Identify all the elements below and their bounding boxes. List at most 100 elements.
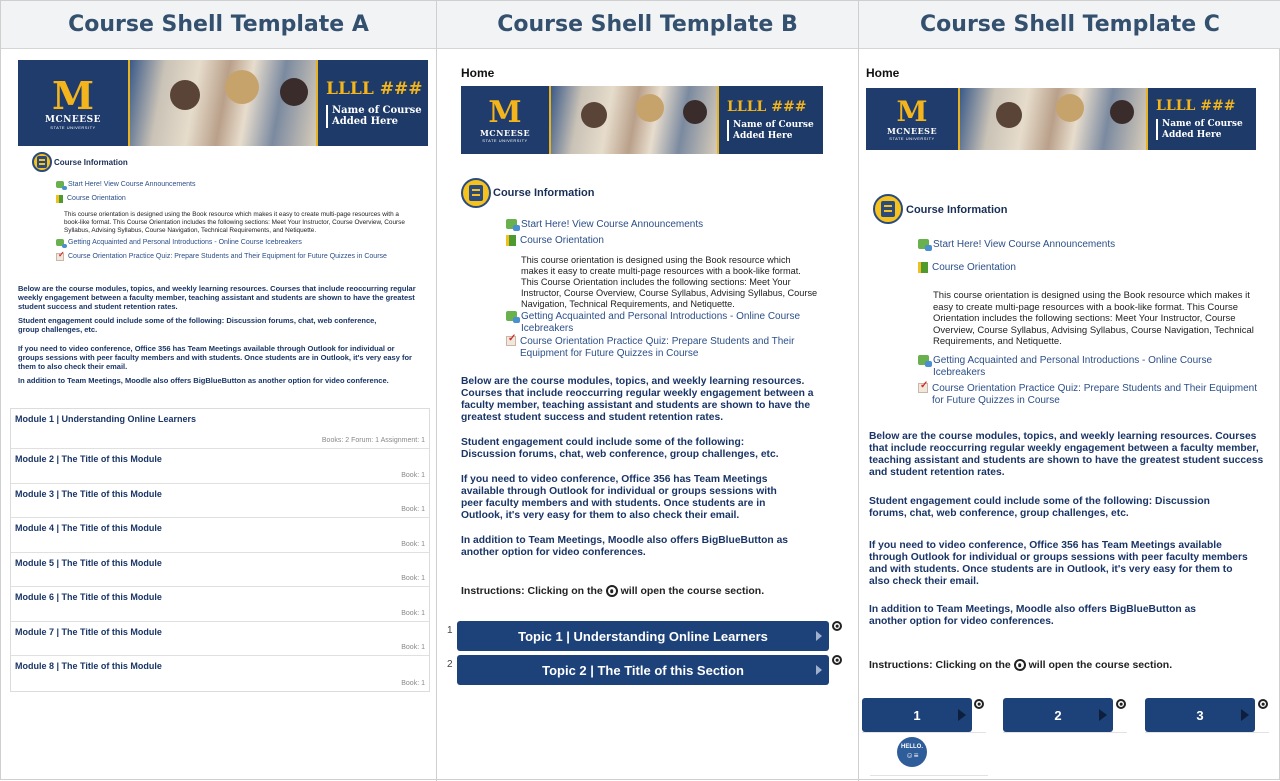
course-banner-b: M MCNEESE STATE UNIVERSITY LLLL ### Name…	[461, 86, 823, 154]
orientation-description: This course orientation is designed usin…	[521, 255, 818, 310]
course-info-title: Course Information	[54, 158, 128, 167]
mcneese-logo: M MCNEESE STATE UNIVERSITY	[866, 88, 958, 150]
course-banner-a: M MCNEESE STATE UNIVERSITY LLLL ### Name…	[18, 60, 428, 146]
open-section-radio[interactable]	[1258, 699, 1268, 709]
section-tile-1[interactable]: 1	[862, 698, 972, 732]
radio-icon	[1013, 659, 1026, 672]
expand-arrow-icon	[1099, 709, 1107, 721]
quiz-icon	[506, 333, 516, 346]
open-section-radio[interactable]	[832, 621, 842, 631]
announcements-link[interactable]: Start Here! View Course Announcements	[56, 181, 196, 190]
intro-paragraph-3: If you need to video conference, Office …	[18, 344, 412, 371]
course-code: LLLL ###	[727, 99, 807, 116]
template-c-title: Course Shell Template C	[859, 1, 1280, 49]
tile-divider	[1003, 732, 1127, 733]
tile-divider	[862, 732, 986, 733]
intro-paragraph-4: In addition to Team Meetings, Moodle als…	[869, 604, 1197, 628]
icebreakers-link[interactable]: Getting Acquainted and Personal Introduc…	[918, 355, 1258, 379]
radio-icon	[605, 585, 618, 598]
icebreakers-link[interactable]: Getting Acquainted and Personal Introduc…	[56, 239, 302, 248]
module-row[interactable]: Module 2 | The Title of this Module Book:…	[11, 449, 429, 484]
orientation-link[interactable]: Course Orientation	[56, 195, 126, 203]
home-heading-c: Home	[866, 66, 900, 80]
book-icon	[918, 262, 928, 273]
open-section-radio[interactable]	[974, 699, 984, 709]
course-code: LLLL ###	[1156, 98, 1236, 115]
expand-arrow-icon	[958, 709, 966, 721]
instructions-text: Instructions: Clicking on the will open …	[461, 585, 765, 598]
module-row[interactable]: Module 1 | Understanding Online Learners…	[11, 409, 429, 449]
intro-paragraph-4: In addition to Team Meetings, Moodle als…	[18, 376, 389, 385]
practice-quiz-link[interactable]: Course Orientation Practice Quiz: Prepar…	[56, 250, 387, 261]
intro-paragraph-1: Below are the course modules, topics, an…	[461, 376, 814, 424]
course-info-title: Course Information	[493, 187, 595, 199]
book-icon	[56, 195, 63, 203]
template-b-title: Course Shell Template B	[437, 1, 858, 49]
announcements-link[interactable]: Start Here! View Course Announcements	[918, 239, 1115, 251]
open-section-radio[interactable]	[832, 655, 842, 665]
instructions-text: Instructions: Clicking on the will open …	[869, 659, 1173, 672]
module-list: Module 1 | Understanding Online Learners…	[10, 408, 430, 692]
module-row[interactable]: Module 6 | The Title of this Module Book:…	[11, 587, 429, 622]
topic-row: 1 Topic 1 | Understanding Online Learner…	[440, 621, 858, 653]
topic-row: 2 Topic 2 | The Title of this Section	[440, 655, 858, 687]
expand-arrow-icon	[816, 631, 822, 641]
expand-arrow-icon	[816, 665, 822, 675]
course-code: LLLL ###	[326, 78, 423, 99]
course-name: Name of Course Added Here	[326, 104, 428, 128]
quiz-icon	[56, 250, 65, 261]
intro-paragraph-1: Below are the course modules, topics, an…	[869, 431, 1264, 479]
course-info-icon	[461, 178, 491, 208]
module-row[interactable]: Module 4 | The Title of this Module Book:…	[11, 518, 429, 553]
intro-paragraph-2: Student engagement could include some of…	[18, 316, 377, 334]
practice-quiz-link[interactable]: Course Orientation Practice Quiz: Prepar…	[506, 333, 836, 360]
intro-paragraph-2: Student engagement could include some of…	[461, 437, 779, 461]
chat-icon: ☺≡	[905, 751, 919, 760]
course-banner-c: M MCNEESE STATE UNIVERSITY LLLL ### Name…	[866, 88, 1256, 150]
banner-photo	[549, 86, 719, 154]
practice-quiz-link[interactable]: Course Orientation Practice Quiz: Prepar…	[918, 380, 1263, 407]
module-row[interactable]: Module 8 | The Title of this Module Book:…	[11, 656, 429, 691]
forum-icon	[56, 239, 67, 248]
course-info-icon	[32, 152, 52, 172]
banner-photo	[128, 60, 318, 146]
divider	[870, 775, 988, 776]
template-a-title: Course Shell Template A	[1, 1, 436, 49]
icebreakers-link[interactable]: Getting Acquainted and Personal Introduc…	[506, 311, 836, 335]
course-name: Name of Course Added Here	[727, 120, 823, 141]
module-row[interactable]: Module 5 | The Title of this Module Book:…	[11, 553, 429, 587]
course-name: Name of Course Added Here	[1156, 119, 1256, 140]
section-tile-2[interactable]: 2	[1003, 698, 1113, 732]
orientation-description: This course orientation is designed usin…	[64, 211, 405, 234]
course-info-icon	[873, 194, 903, 224]
open-section-radio[interactable]	[1116, 699, 1126, 709]
mcneese-logo: M MCNEESE STATE UNIVERSITY	[18, 60, 128, 146]
forum-icon	[918, 355, 932, 367]
hello-badge[interactable]: HELLO. ☺≡	[897, 737, 927, 767]
quiz-icon	[918, 380, 928, 393]
home-heading-b: Home	[461, 66, 495, 80]
orientation-description: This course orientation is designed usin…	[933, 290, 1254, 348]
intro-paragraph-1: Below are the course modules, topics, an…	[18, 284, 416, 311]
expand-arrow-icon	[1241, 709, 1249, 721]
announcement-icon	[56, 181, 67, 190]
announcements-link[interactable]: Start Here! View Course Announcements	[506, 219, 703, 231]
topic-button[interactable]: Topic 1 | Understanding Online Learners	[457, 621, 829, 651]
orientation-link[interactable]: Course Orientation	[506, 235, 604, 246]
course-info-title: Course Information	[906, 204, 1008, 216]
banner-photo	[958, 88, 1148, 150]
intro-paragraph-3: If you need to video conference, Office …	[461, 474, 777, 522]
intro-paragraph-3: If you need to video conference, Office …	[869, 540, 1248, 588]
book-icon	[506, 235, 516, 246]
module-row[interactable]: Module 3 | The Title of this Module Book:…	[11, 484, 429, 518]
module-row[interactable]: Module 7 | The Title of this Module Book:…	[11, 622, 429, 656]
intro-paragraph-2: Student engagement could include some of…	[869, 496, 1210, 520]
section-tile-3[interactable]: 3	[1145, 698, 1255, 732]
announcement-icon	[506, 219, 520, 231]
mcneese-logo: M MCNEESE STATE UNIVERSITY	[461, 86, 549, 154]
topic-button[interactable]: Topic 2 | The Title of this Section	[457, 655, 829, 685]
orientation-link[interactable]: Course Orientation	[918, 262, 1016, 273]
intro-paragraph-4: In addition to Team Meetings, Moodle als…	[461, 535, 789, 559]
announcement-icon	[918, 239, 932, 251]
tile-divider	[1145, 732, 1269, 733]
